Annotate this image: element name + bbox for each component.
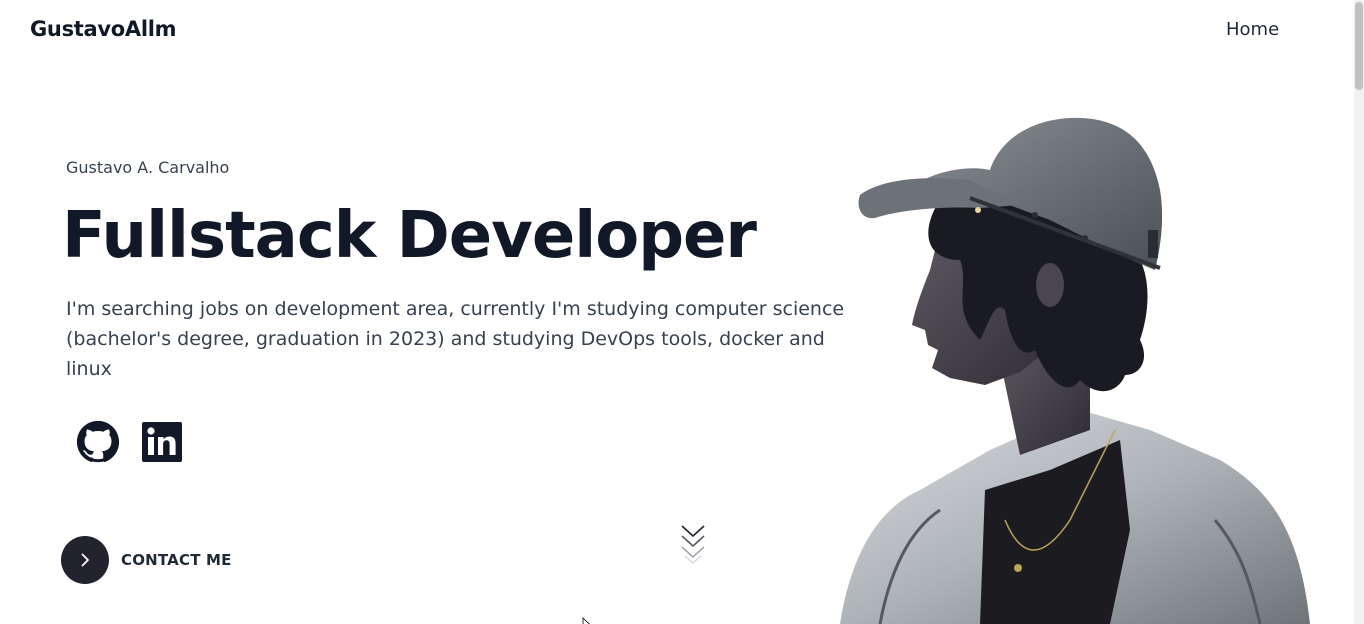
contact-me-button[interactable]: CONTACT ME bbox=[61, 536, 232, 584]
chevron-right-icon bbox=[81, 553, 89, 567]
hero-description: I'm searching jobs on development area, … bbox=[66, 298, 845, 380]
scroll-down-icon[interactable] bbox=[679, 522, 707, 566]
nav-link-home[interactable]: Home bbox=[1226, 19, 1279, 40]
contact-button-circle bbox=[61, 536, 109, 584]
github-icon bbox=[76, 420, 120, 463]
page-scrollbar[interactable] bbox=[1354, 0, 1364, 624]
site-logo[interactable]: GustavoAllm bbox=[30, 17, 177, 41]
mouse-cursor-icon bbox=[582, 617, 590, 624]
page: GustavoAllm Home Gustavo A. Carvalho Ful… bbox=[0, 0, 1364, 624]
hero-headline: Fullstack Developer bbox=[62, 199, 757, 273]
author-name: Gustavo A. Carvalho bbox=[66, 158, 230, 177]
profile-illustration bbox=[840, 117, 1310, 624]
linkedin-icon bbox=[142, 422, 182, 462]
contact-me-label: CONTACT ME bbox=[121, 551, 232, 569]
scrollbar-thumb[interactable] bbox=[1355, 2, 1363, 90]
linkedin-link[interactable] bbox=[140, 420, 184, 464]
github-link[interactable] bbox=[76, 420, 120, 464]
